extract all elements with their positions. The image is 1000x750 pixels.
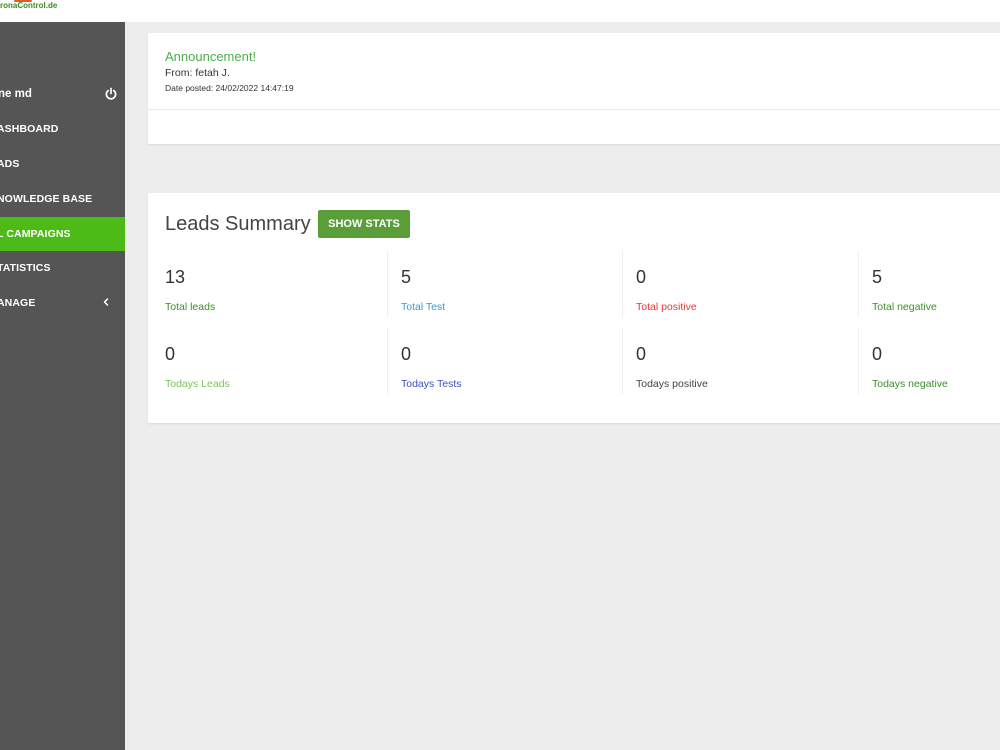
- show-stats-button[interactable]: SHOW STATS: [318, 210, 410, 238]
- announcement-card: Announcement! From: fetah J. Date posted…: [148, 33, 1000, 144]
- stat-label: Todays Tests: [401, 378, 462, 390]
- stat-todays-leads: 0 Todays Leads: [165, 328, 401, 394]
- logo-accent: [14, 0, 32, 2]
- stat-divider: [858, 328, 859, 394]
- stat-label: Total Test: [401, 301, 446, 313]
- stat-total-positive: 0 Total positive: [622, 251, 872, 317]
- stat-value: 5: [872, 267, 883, 287]
- stat-label: Total negative: [872, 301, 937, 313]
- sidebar-item-leads[interactable]: ADS: [0, 147, 125, 181]
- sidebar-item-label: L CAMPAIGNS: [0, 228, 71, 240]
- stat-label: Todays Leads: [165, 378, 230, 390]
- stat-value: 0: [636, 267, 647, 287]
- sidebar-item-knowledge-base[interactable]: NOWLEDGE BASE: [0, 182, 125, 216]
- user-row: ne md: [0, 85, 125, 105]
- stat-value: 0: [636, 344, 647, 364]
- stat-todays-tests: 0 Todays Tests: [387, 328, 637, 394]
- logo-text: ronaControl.de: [0, 1, 58, 10]
- sidebar-item-campaigns[interactable]: L CAMPAIGNS: [0, 217, 125, 251]
- stat-divider: [622, 328, 623, 394]
- sidebar-item-dashboard[interactable]: ASHBOARD: [0, 112, 125, 146]
- stat-divider: [622, 251, 623, 317]
- announcement-date: Date posted: 24/02/2022 14:47:19: [165, 83, 294, 93]
- chevron-left-icon: [103, 298, 109, 306]
- sidebar-item-label: ANAGE: [0, 297, 36, 309]
- user-name: ne md: [0, 88, 32, 100]
- sidebar-item-label: NOWLEDGE BASE: [0, 193, 93, 205]
- power-icon[interactable]: [104, 87, 118, 101]
- stat-total-test: 5 Total Test: [387, 251, 637, 317]
- stat-divider: [387, 251, 388, 317]
- sidebar-item-label: ASHBOARD: [0, 123, 59, 135]
- leads-summary-title: Leads Summary: [165, 213, 311, 235]
- stat-value: 13: [165, 267, 186, 287]
- sidebar-item-label: TATISTICS: [0, 262, 51, 274]
- stat-todays-negative: 0 Todays negative: [858, 328, 1000, 394]
- stat-label: Todays negative: [872, 378, 948, 390]
- sidebar: ne md ASHBOARD ADS NOWLEDGE BASE L CAMPA…: [0, 22, 125, 750]
- stat-value: 0: [401, 344, 412, 364]
- announcement-from: From: fetah J.: [165, 67, 230, 79]
- stat-todays-positive: 0 Todays positive: [622, 328, 872, 394]
- stat-value: 5: [401, 267, 412, 287]
- stat-value: 0: [165, 344, 176, 364]
- stat-value: 0: [872, 344, 883, 364]
- brand-logo[interactable]: ronaControl.de: [0, 0, 58, 10]
- sidebar-item-label: ADS: [0, 158, 20, 170]
- stat-label: Todays positive: [636, 378, 708, 390]
- stat-total-leads: 13 Total leads: [165, 251, 401, 317]
- announcement-title: Announcement!: [165, 49, 257, 64]
- stat-total-negative: 5 Total negative: [858, 251, 1000, 317]
- stat-label: Total leads: [165, 301, 216, 313]
- top-bar: ronaControl.de: [0, 0, 1000, 22]
- leads-summary-card: Leads Summary SHOW STATS 13 Total leads …: [148, 193, 1000, 423]
- stat-divider: [858, 251, 859, 317]
- sidebar-item-manage[interactable]: ANAGE: [0, 286, 125, 320]
- announcement-divider: [148, 109, 1000, 110]
- sidebar-item-statistics[interactable]: TATISTICS: [0, 251, 125, 285]
- stat-divider: [387, 328, 388, 394]
- stat-label: Total positive: [636, 301, 697, 313]
